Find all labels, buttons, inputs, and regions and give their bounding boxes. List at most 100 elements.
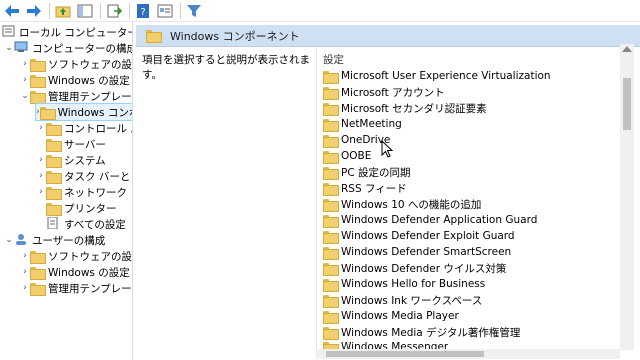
list-item[interactable]: Windows Defender ウイルス対策 (323, 260, 506, 276)
scroll-up-icon[interactable] (622, 46, 632, 52)
tree-item-uc-windows[interactable]: › Windows の設定 (20, 264, 130, 280)
tree-item-cc-admin[interactable]: ⌄ 管理用テンプレート (20, 88, 132, 104)
tree-item-printers[interactable]: プリンター (36, 200, 117, 216)
list-item[interactable]: PC 設定の同期 (323, 164, 411, 180)
back-icon[interactable] (3, 2, 21, 20)
tree-item-uc-admin[interactable]: › 管理用テンプレート (20, 280, 132, 296)
help-icon[interactable]: ? (134, 2, 152, 20)
folder-icon (30, 250, 46, 264)
folder-icon (30, 74, 46, 88)
folder-icon (323, 102, 339, 116)
tree-label: ネットワーク (64, 186, 127, 199)
tree-item-taskbar[interactable]: › タスク バーと [スタート] メニュー (36, 168, 132, 184)
folder-icon (323, 86, 339, 100)
chevron-right-icon[interactable]: › (20, 75, 30, 85)
folder-icon (323, 278, 339, 292)
navigation-tree: ローカル コンピューター ポリシー ⌄ コンピューターの構成 › ソフトウェアの… (0, 22, 133, 360)
list-item[interactable]: RSS フィード (323, 180, 407, 196)
toolbar: ? (0, 0, 640, 22)
column-header-settings[interactable]: 設定 (323, 52, 344, 67)
properties-icon[interactable] (156, 2, 174, 20)
list-item[interactable]: Windows Defender Exploit Guard (323, 228, 515, 244)
folder-icon (30, 266, 46, 280)
tree-item-cc-software[interactable]: › ソフトウェアの設定 (20, 56, 132, 72)
tree-item-network[interactable]: › ネットワーク (36, 184, 127, 200)
tree-item-root[interactable]: ローカル コンピューター ポリシー (2, 24, 133, 40)
chevron-right-icon[interactable]: › (36, 171, 46, 181)
folder-icon (323, 230, 339, 244)
tree-label: タスク バーと [スタート] メニュー (64, 170, 132, 183)
tree-label: ローカル コンピューター ポリシー (19, 26, 133, 39)
list-item[interactable]: Microsoft アカウント (323, 84, 445, 100)
horizontal-scrollbar[interactable] (316, 349, 620, 359)
vertical-scrollbar[interactable] (620, 44, 634, 350)
folder-icon (30, 282, 46, 296)
folder-icon (46, 170, 62, 184)
description-text: 項目を選択すると説明が表示されます。 (142, 54, 310, 81)
show-hide-tree-icon[interactable] (76, 2, 94, 20)
list-item[interactable]: Windows Media デジタル著作権管理 (323, 324, 520, 340)
tree-label: Windows コンポーネント (57, 106, 132, 119)
chevron-right-icon[interactable]: › (36, 123, 46, 133)
tree-label: ユーザーの構成 (32, 234, 106, 247)
tree-item-server[interactable]: サーバー (36, 136, 106, 152)
folder-icon (30, 90, 46, 104)
folder-icon (323, 182, 339, 196)
chevron-right-icon[interactable]: › (20, 267, 30, 277)
chevron-right-icon[interactable]: › (20, 283, 30, 293)
list-item[interactable]: Windows Defender SmartScreen (323, 244, 511, 260)
folder-icon (323, 118, 339, 132)
svg-text:?: ? (140, 7, 145, 18)
list-item[interactable]: Windows Hello for Business (323, 276, 485, 292)
tree-label: サーバー (64, 138, 106, 151)
tree-label: すべての設定 (64, 218, 126, 231)
folder-icon (323, 262, 339, 276)
list-item[interactable]: Windows Ink ワークスペース (323, 292, 482, 308)
forward-icon[interactable] (25, 2, 43, 20)
filter-icon[interactable] (185, 2, 203, 20)
folder-icon (323, 150, 339, 164)
tree-item-user-config[interactable]: ⌄ ユーザーの構成 (4, 232, 105, 248)
tree-item-control-panel[interactable]: › コントロール パネル (36, 120, 132, 136)
folder-icon (323, 294, 339, 308)
list-item[interactable]: Microsoft User Experience Virtualization (323, 68, 551, 84)
list-item[interactable]: Windows 10 への機能の追加 (323, 196, 481, 212)
folder-icon (46, 138, 62, 152)
tree-item-all-settings[interactable]: すべての設定 (36, 216, 126, 232)
chevron-right-icon[interactable]: › (20, 59, 30, 69)
tree-item-system[interactable]: › システム (36, 152, 106, 168)
folder-icon (323, 166, 339, 180)
tree-label: コントロール パネル (64, 122, 132, 135)
list-item[interactable]: Windows Media Player (323, 308, 459, 324)
tree-item-uc-software[interactable]: › ソフトウェアの設定 (20, 248, 132, 264)
chevron-right-icon[interactable]: › (36, 187, 46, 197)
computer-icon (14, 41, 32, 56)
up-folder-icon[interactable] (54, 2, 72, 20)
list-item[interactable]: Microsoft セカンダリ認証要素 (323, 100, 487, 116)
toolbar-separator (180, 2, 181, 19)
tree-item-computer-config[interactable]: ⌄ コンピューターの構成 (4, 40, 132, 56)
folder-icon (323, 326, 339, 340)
chevron-down-icon[interactable]: ⌄ (4, 43, 14, 53)
tree-item-windows-components[interactable]: › Windows コンポーネント (35, 103, 132, 121)
list-item[interactable]: NetMeeting (323, 116, 402, 132)
scrollbar-thumb[interactable] (623, 78, 631, 130)
policy-icon (2, 25, 19, 40)
scrollbar-thumb[interactable] (326, 351, 484, 357)
folder-icon (46, 186, 62, 200)
chevron-down-icon[interactable]: ⌄ (20, 91, 30, 101)
tree-item-cc-windows[interactable]: › Windows の設定 (20, 72, 130, 88)
folder-icon (323, 214, 339, 228)
chevron-right-icon[interactable]: › (36, 155, 46, 165)
tree-label: ソフトウェアの設定 (48, 58, 132, 71)
tree-label: ソフトウェアの設定 (48, 250, 132, 263)
toolbar-separator (129, 2, 130, 19)
folder-icon (323, 310, 339, 324)
export-list-icon[interactable] (105, 2, 123, 20)
folder-icon (46, 154, 62, 168)
list-item[interactable]: OOBE (323, 148, 371, 164)
chevron-right-icon[interactable]: › (20, 251, 30, 261)
list-item[interactable]: Windows Defender Application Guard (323, 212, 537, 228)
chevron-down-icon[interactable]: ⌄ (4, 235, 14, 245)
user-icon (14, 233, 32, 248)
